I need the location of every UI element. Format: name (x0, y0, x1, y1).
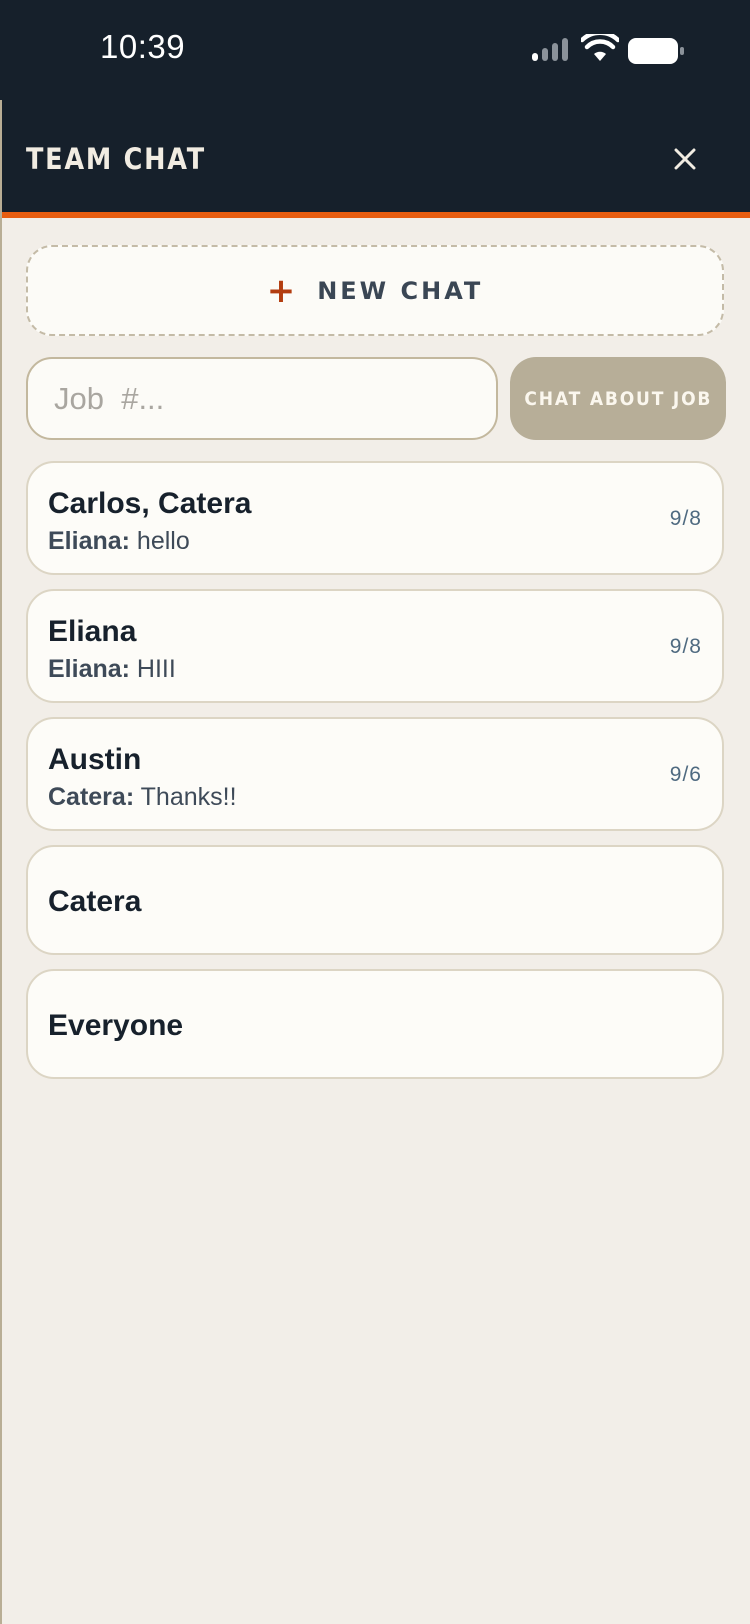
preview-text: Thanks!! (134, 783, 237, 811)
chat-about-job-label: CHAT ABOUT JOB (524, 387, 712, 410)
job-number-input[interactable] (26, 357, 498, 440)
chat-about-job-button[interactable]: CHAT ABOUT JOB (510, 357, 726, 440)
chat-name: Catera (48, 885, 142, 918)
close-icon (674, 148, 696, 170)
plus-icon: + (266, 270, 296, 311)
chat-list-item[interactable]: Eliana Eliana: HIII 9/8 (26, 589, 724, 703)
status-time: 10:39 (100, 28, 186, 65)
chat-date: 9/8 (669, 635, 702, 658)
chat-list-item[interactable]: Carlos, Catera Eliana: hello 9/8 (26, 461, 724, 575)
chat-list-item[interactable]: Everyone (26, 969, 724, 1079)
chat-name: Everyone (48, 1009, 184, 1042)
chat-name: Austin (48, 743, 142, 776)
chat-list-item[interactable]: Catera (26, 845, 724, 955)
status-bar: 10:39 (0, 0, 750, 100)
new-chat-label: NEW CHAT (317, 276, 484, 305)
chat-name: Eliana (48, 615, 137, 648)
close-button[interactable] (662, 136, 708, 182)
chat-list: Carlos, Catera Eliana: hello 9/8 Eliana … (26, 461, 724, 1093)
chat-preview: Eliana: HIII (48, 655, 176, 684)
chat-name: Carlos, Catera (48, 487, 252, 520)
signal-icon (532, 38, 568, 61)
chat-date: 9/6 (669, 763, 702, 786)
drawer-left-edge (0, 100, 2, 1624)
wifi-icon (581, 34, 619, 61)
preview-sender: Eliana: (48, 655, 130, 683)
preview-text: HIII (129, 655, 176, 683)
team-chat-header: TEAM CHAT (2, 100, 750, 218)
chat-date: 9/8 (669, 507, 702, 530)
page-title: TEAM CHAT (26, 142, 206, 176)
chat-list-item[interactable]: Austin Catera: Thanks!! 9/6 (26, 717, 724, 831)
chat-preview: Catera: Thanks!! (48, 783, 237, 812)
chat-preview: Eliana: hello (48, 527, 190, 556)
preview-text: hello (129, 527, 190, 555)
new-chat-button[interactable]: + NEW CHAT (26, 245, 724, 336)
preview-sender: Eliana: (48, 527, 130, 555)
battery-icon (628, 38, 684, 64)
preview-sender: Catera: (48, 783, 135, 811)
